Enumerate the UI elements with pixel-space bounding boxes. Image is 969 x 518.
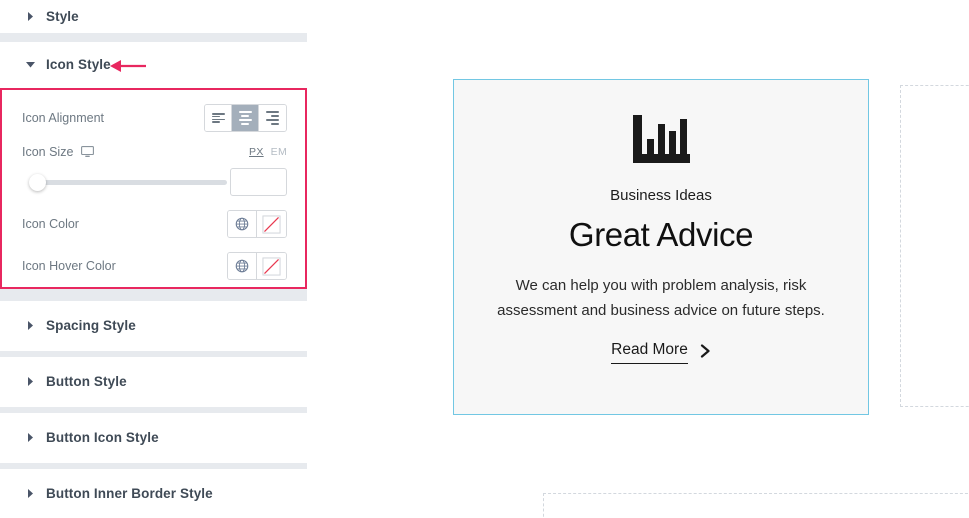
chevron-right-icon bbox=[24, 10, 36, 22]
info-box-widget[interactable]: Business Ideas Great Advice We can help … bbox=[453, 79, 869, 415]
chevron-right-icon bbox=[24, 320, 36, 332]
preview-canvas: Business Ideas Great Advice We can help … bbox=[307, 0, 969, 518]
sidebar-section-label: Spacing Style bbox=[46, 318, 136, 333]
sidebar-section-label: Button Style bbox=[46, 374, 127, 389]
globe-icon[interactable] bbox=[228, 253, 257, 279]
icon-hover-color-row: Icon Hover Color bbox=[2, 251, 305, 281]
section-divider bbox=[0, 33, 307, 42]
card-description: We can help you with problem analysis, r… bbox=[497, 277, 825, 319]
dashed-placeholder-right bbox=[900, 85, 969, 407]
icon-color-label: Icon Color bbox=[22, 217, 79, 231]
no-color-swatch-icon[interactable] bbox=[257, 211, 286, 237]
desktop-icon[interactable] bbox=[81, 146, 95, 158]
icon-size-input[interactable] bbox=[230, 168, 287, 196]
icon-size-slider[interactable] bbox=[22, 172, 227, 192]
icon-alignment-group[interactable] bbox=[204, 104, 287, 132]
sidebar-section-button-icon-style[interactable]: Button Icon Style bbox=[0, 413, 307, 463]
unit-px[interactable]: PX bbox=[249, 146, 264, 158]
icon-size-row: Icon Size PX EM bbox=[2, 142, 305, 162]
card-subtitle: Business Ideas bbox=[610, 187, 712, 204]
sidebar-section-icon-style[interactable]: Icon Style bbox=[0, 42, 307, 88]
align-left-icon[interactable] bbox=[205, 105, 232, 131]
sidebar-section-style[interactable]: Style bbox=[0, 0, 307, 33]
icon-alignment-row: Icon Alignment bbox=[2, 103, 305, 133]
sidebar-section-button-inner-border-style[interactable]: Button Inner Border Style bbox=[0, 469, 307, 518]
no-color-swatch-icon[interactable] bbox=[257, 253, 286, 279]
chevron-right-icon bbox=[24, 432, 36, 444]
icon-size-slider-row bbox=[2, 166, 305, 198]
icon-alignment-label: Icon Alignment bbox=[22, 111, 104, 125]
icon-size-units[interactable]: PX EM bbox=[249, 146, 287, 158]
align-center-icon[interactable] bbox=[232, 105, 259, 131]
read-more-button[interactable]: Read More bbox=[611, 341, 711, 364]
icon-style-panel: Icon Alignment Icon Size PX EM Icon Colo… bbox=[0, 88, 307, 289]
icon-hover-color-picker[interactable] bbox=[227, 252, 287, 280]
settings-sidebar: Style Icon Style Icon Alignment Icon Siz… bbox=[0, 0, 307, 518]
sidebar-section-label: Style bbox=[46, 8, 79, 24]
align-right-icon[interactable] bbox=[259, 105, 286, 131]
dashed-placeholder-bottom bbox=[543, 493, 969, 518]
read-more-label: Read More bbox=[611, 341, 688, 364]
sidebar-section-label: Button Icon Style bbox=[46, 430, 159, 445]
slider-thumb[interactable] bbox=[29, 174, 46, 191]
card-title: Great Advice bbox=[568, 216, 754, 253]
bar-chart-icon bbox=[632, 115, 690, 168]
sidebar-section-label: Icon Style bbox=[46, 57, 111, 72]
sidebar-section-label: Button Inner Border Style bbox=[46, 486, 213, 501]
editor-screen: Style Icon Style Icon Alignment Icon Siz… bbox=[0, 0, 969, 518]
sidebar-section-spacing-style[interactable]: Spacing Style bbox=[0, 301, 307, 351]
unit-em[interactable]: EM bbox=[271, 146, 287, 158]
chevron-right-icon bbox=[24, 488, 36, 500]
chevron-down-icon bbox=[24, 59, 36, 71]
sidebar-section-button-style[interactable]: Button Style bbox=[0, 357, 307, 407]
icon-hover-color-label: Icon Hover Color bbox=[22, 259, 116, 273]
icon-size-label: Icon Size bbox=[22, 145, 74, 159]
icon-color-row: Icon Color bbox=[2, 209, 305, 239]
chevron-right-icon bbox=[24, 376, 36, 388]
icon-color-picker[interactable] bbox=[227, 210, 287, 238]
slider-track[interactable] bbox=[30, 179, 227, 185]
chevron-right-icon bbox=[700, 343, 711, 358]
globe-icon[interactable] bbox=[228, 211, 257, 237]
